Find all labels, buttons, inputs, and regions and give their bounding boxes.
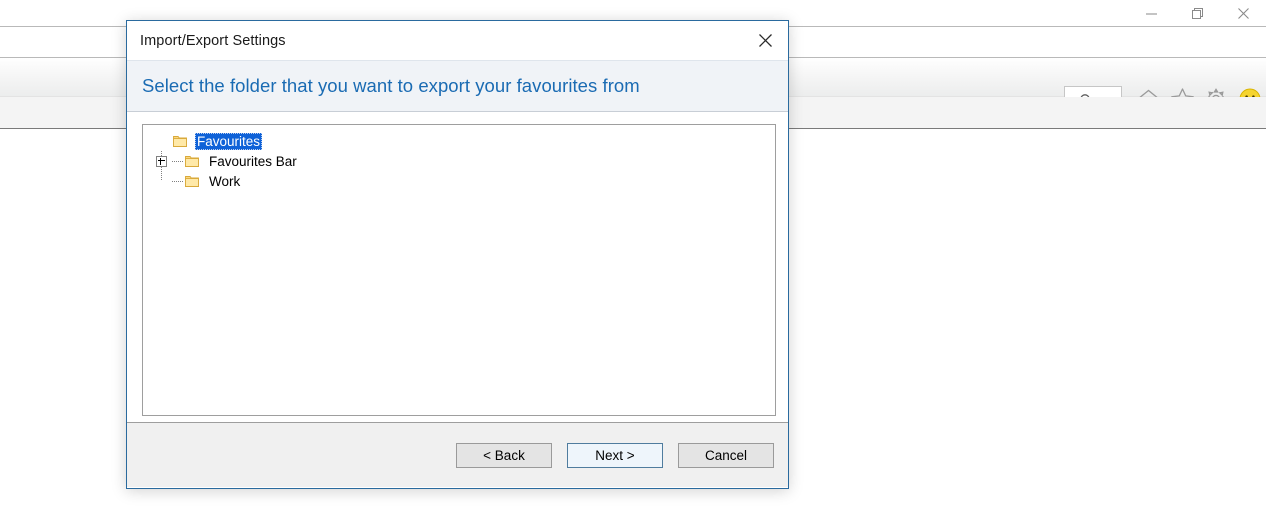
- tree-item-favourites-bar[interactable]: Favourites Bar: [151, 151, 775, 171]
- close-icon: [759, 34, 772, 47]
- dialog-heading: Select the folder that you want to expor…: [142, 75, 640, 96]
- plus-icon[interactable]: [156, 155, 167, 167]
- dialog-close-button[interactable]: [743, 21, 788, 60]
- tree-expander[interactable]: [151, 151, 172, 171]
- next-button[interactable]: Next >: [567, 442, 663, 468]
- folder-icon: [184, 173, 200, 189]
- cancel-button[interactable]: Cancel: [678, 442, 774, 468]
- dialog-header: Select the folder that you want to expor…: [127, 60, 788, 112]
- tree-item-label: Work: [209, 173, 241, 189]
- folder-icon: [184, 153, 200, 169]
- folder-icon: [172, 133, 188, 149]
- dialog-body: Favourites Favourites Bar Work: [127, 112, 788, 422]
- close-button[interactable]: [1220, 0, 1266, 26]
- back-button[interactable]: < Back: [456, 442, 552, 468]
- tree-connector-line: [172, 180, 184, 182]
- minimize-button[interactable]: [1128, 0, 1174, 26]
- folder-tree[interactable]: Favourites Favourites Bar Work: [142, 124, 776, 416]
- dialog-title-bar: Import/Export Settings: [127, 21, 788, 60]
- window-controls: [1128, 0, 1266, 26]
- tree-connector-line: [172, 160, 184, 162]
- dialog-title: Import/Export Settings: [140, 32, 286, 49]
- restore-button[interactable]: [1174, 0, 1220, 26]
- tree-item-label: Favourites Bar: [209, 153, 297, 169]
- tree-item-work[interactable]: Work: [151, 171, 775, 191]
- dialog-footer: < Back Next > Cancel: [127, 422, 788, 487]
- import-export-dialog: Import/Export Settings Select the folder…: [126, 20, 789, 489]
- tree-item-favourites[interactable]: Favourites: [151, 131, 775, 151]
- tree-elbow-line: [151, 171, 172, 191]
- tree-item-label: Favourites: [195, 132, 263, 150]
